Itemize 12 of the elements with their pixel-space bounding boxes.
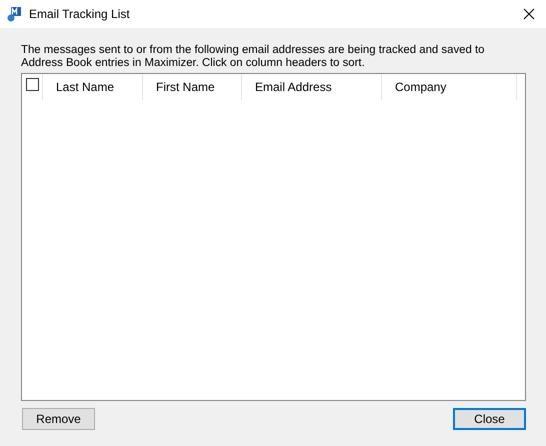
- app-icon: [6, 6, 22, 22]
- select-all-checkbox[interactable]: [26, 78, 38, 91]
- window-title: Email Tracking List: [29, 7, 131, 21]
- column-header[interactable]: Company: [382, 74, 517, 100]
- close-icon[interactable]: [523, 8, 535, 20]
- email-list[interactable]: Last Name First Name Email Address Company: [21, 73, 526, 401]
- description-text: The messages sent to or from the following email addresses are being tracked and saved to Address Book entries in Maximizer. Click on column headers to sort.: [21, 44, 486, 70]
- column-header[interactable]: Last Name: [43, 74, 143, 100]
- close-button[interactable]: Close: [453, 408, 526, 430]
- column-header[interactable]: First Name: [143, 74, 242, 100]
- remove-button[interactable]: Remove: [22, 408, 95, 430]
- column-header[interactable]: Email Address: [242, 74, 382, 100]
